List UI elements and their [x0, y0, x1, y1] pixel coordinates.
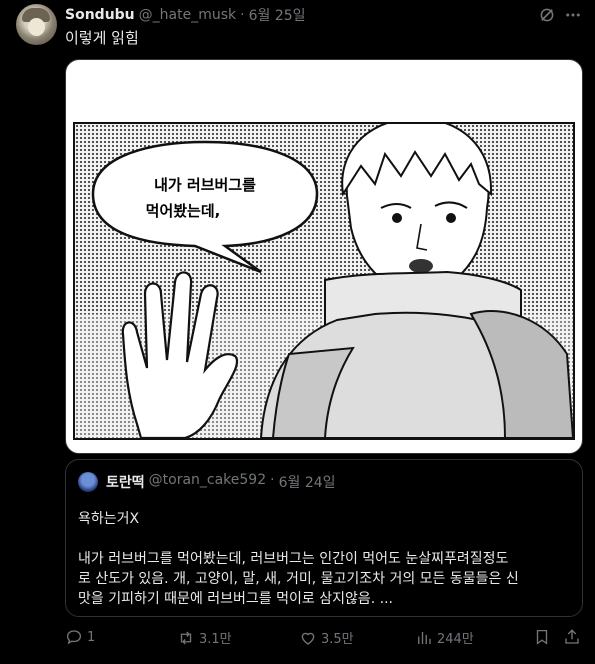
- like-icon: [301, 632, 315, 645]
- manga-illustration: 내가 러브버그를 먹어봤는데,: [75, 124, 573, 438]
- views-count: 244만: [437, 632, 474, 647]
- action-bar: 1 3.1만 3.5만 244만: [65, 628, 583, 650]
- bookmark-button[interactable]: [533, 628, 555, 646]
- avatar-face: [28, 18, 45, 36]
- grok-icon[interactable]: [538, 6, 556, 24]
- quote-line-3: 로 산도가 있음. 개, 고양이, 말, 새, 거미, 물고기조차 거의 모든 …: [78, 571, 519, 587]
- quote-line-4: 맛을 기피하기 때문에 러브버그를 먹이로 삼지않음. ...: [78, 591, 393, 607]
- author-name[interactable]: Sondubu: [65, 7, 135, 23]
- quote-line-1: 욕하는거X: [78, 511, 140, 527]
- reply-button[interactable]: 1: [65, 628, 95, 646]
- quote-author-name[interactable]: 토란떡: [106, 472, 145, 492]
- quote-date[interactable]: 6월 24일: [279, 472, 336, 492]
- tweet-image[interactable]: 내가 러브버그를 먹어봤는데,: [65, 59, 583, 454]
- quote-header: 토란떡 @toran_cake592 · 6월 24일: [106, 472, 336, 492]
- repost-icon: [180, 631, 192, 644]
- manga-panel: 내가 러브버그를 먹어봤는데,: [73, 122, 575, 440]
- separator-dot: ·: [240, 7, 245, 23]
- quote-author-handle[interactable]: @toran_cake592: [149, 472, 266, 492]
- tweet-header: Sondubu @_hate_musk · 6월 25일: [65, 5, 595, 25]
- speech-line-1: 내가 러브버그를: [154, 176, 256, 194]
- speech-line-2: 먹어봤는데,: [146, 202, 221, 220]
- share-button[interactable]: [563, 628, 585, 646]
- author-avatar[interactable]: [16, 4, 57, 45]
- share-icon: [565, 629, 579, 644]
- like-count: 3.5만: [321, 632, 354, 647]
- quote-author-avatar[interactable]: [78, 472, 98, 492]
- quote-text: 욕하는거X 내가 러브버그를 먹어봤는데, 러브버그는 인간이 먹어도 눈살찌푸…: [78, 509, 574, 609]
- bookmark-icon: [536, 629, 548, 645]
- views-button[interactable]: 244만: [415, 628, 474, 647]
- author-handle[interactable]: @_hate_musk: [139, 7, 236, 23]
- like-button[interactable]: 3.5만: [299, 628, 354, 647]
- reply-icon: [66, 630, 82, 645]
- views-icon: [418, 631, 431, 644]
- more-icon[interactable]: [564, 6, 582, 24]
- reply-count: 1: [87, 629, 96, 645]
- quoted-tweet[interactable]: 토란떡 @toran_cake592 · 6월 24일 욕하는거X 내가 러브버…: [65, 459, 583, 617]
- repost-button[interactable]: 3.1만: [177, 628, 232, 647]
- repost-count: 3.1만: [199, 632, 232, 647]
- tweet-date[interactable]: 6월 25일: [249, 5, 306, 25]
- quote-separator-dot: ·: [270, 472, 275, 488]
- tweet-text: 이렇게 읽힘: [65, 29, 139, 47]
- quote-line-2: 내가 러브버그를 먹어봤는데, 러브버그는 인간이 먹어도 눈살찌푸려질정도: [78, 551, 509, 567]
